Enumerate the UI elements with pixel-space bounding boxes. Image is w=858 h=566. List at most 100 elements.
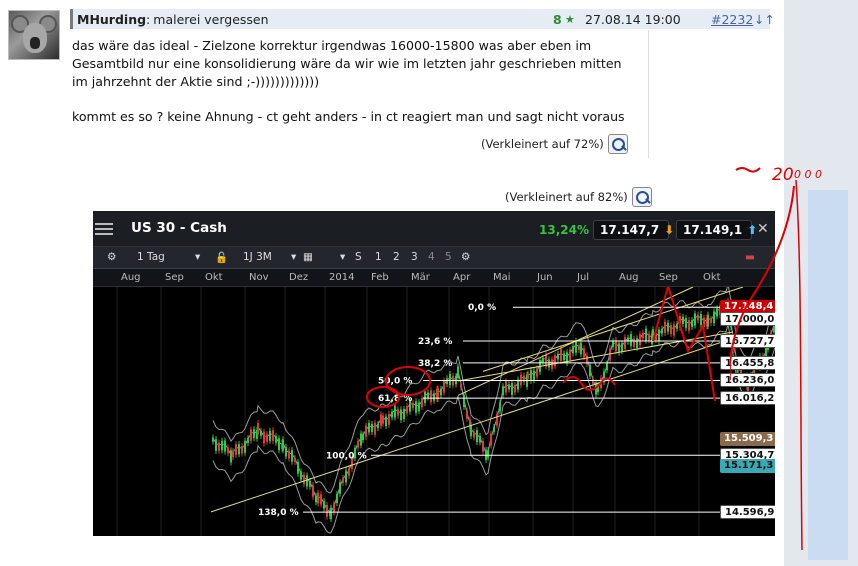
candle-body xyxy=(592,378,594,384)
button-2[interactable]: 2 xyxy=(393,251,400,263)
gear-icon[interactable]: ⚙ xyxy=(107,251,116,263)
svg-text:0 0 0: 0 0 0 xyxy=(794,168,822,181)
button-4[interactable]: 4 xyxy=(428,251,435,263)
candle-body xyxy=(446,378,448,385)
candle-body xyxy=(312,484,314,497)
post-date: 27.08.14 19:00 xyxy=(585,11,681,27)
month-label: Sep xyxy=(165,272,184,283)
candle-body xyxy=(403,408,405,420)
candle-body xyxy=(642,332,644,339)
image-resize-note: (Verkleinert auf 72%) xyxy=(481,134,628,154)
candle-body xyxy=(424,391,426,404)
candle-body xyxy=(300,471,302,480)
forum-page: MHurding: malerei vergessen 8 ★ 27.08.14… xyxy=(0,0,858,566)
candle-body xyxy=(380,414,382,427)
dropdown-arrow-icon[interactable]: ▾ xyxy=(291,251,296,263)
gear-icon[interactable]: ⚙ xyxy=(461,251,470,263)
chart-title: US 30 - Cash xyxy=(131,220,227,236)
candle-body xyxy=(371,423,373,433)
user-avatar[interactable] xyxy=(8,10,60,60)
star-icon[interactable]: ★ xyxy=(565,13,575,26)
candle-body xyxy=(348,468,350,476)
candle-body xyxy=(336,494,338,504)
candle-body xyxy=(260,430,262,436)
candle-body xyxy=(443,380,445,393)
candle-body xyxy=(326,504,328,517)
post-number-link[interactable]: #2232 xyxy=(711,12,753,27)
candle-body xyxy=(430,390,432,403)
candle-body xyxy=(499,402,501,412)
candle-body xyxy=(707,314,709,327)
candle-body xyxy=(520,374,522,386)
candle-body xyxy=(615,340,617,352)
bid-price[interactable]: 17.147,7 ⬇ xyxy=(593,220,674,240)
s-button[interactable]: S xyxy=(355,251,362,263)
candle-body xyxy=(487,450,489,458)
fib-level-label: 0,0 % xyxy=(468,303,496,313)
candle-body xyxy=(514,385,516,393)
time-axis: Aug Sep Okt Nov Dez 2014 Feb Mär Apr Mai Jun Jul Aug… xyxy=(93,269,775,287)
fib-level-label: 38,2 % xyxy=(418,359,452,369)
button-5[interactable]: 5 xyxy=(445,251,452,263)
candle-body xyxy=(485,449,487,460)
candle-body xyxy=(385,416,387,427)
interval-select[interactable]: 1 Tag xyxy=(137,251,165,263)
candle-body xyxy=(357,441,359,448)
candle-body xyxy=(437,388,439,399)
month-label: Aug xyxy=(619,272,639,283)
image-resize-note: (Verkleinert auf 82%) xyxy=(505,187,652,207)
post-author[interactable]: MHurding xyxy=(77,12,146,27)
svg-text:20: 20 xyxy=(772,165,794,185)
annotation-projection xyxy=(652,282,716,402)
candle-body xyxy=(317,492,319,504)
month-label: Okt xyxy=(205,272,223,283)
candle-body xyxy=(530,369,532,381)
fib-level-label: 23,6 % xyxy=(418,337,452,347)
candle-body xyxy=(667,322,669,332)
candle-body xyxy=(463,395,465,408)
candle-body xyxy=(250,429,252,441)
post-header: MHurding: malerei vergessen 8 ★ 27.08.14… xyxy=(70,9,775,29)
candle-body xyxy=(362,434,364,441)
candle-body xyxy=(418,402,420,412)
candle-body xyxy=(624,337,626,349)
candle-body xyxy=(691,320,693,327)
candle-body xyxy=(421,398,423,408)
candle-body xyxy=(557,353,559,360)
range-select[interactable]: 1J 3M xyxy=(243,251,272,263)
candle-body xyxy=(682,316,684,325)
post-text-line: das wäre das ideal - Zielzone korrektur … xyxy=(72,38,592,53)
vote-count: 8 xyxy=(553,11,562,27)
candle-body xyxy=(221,440,223,451)
candle-body xyxy=(315,495,317,503)
candle-body xyxy=(282,439,284,451)
fib-level-label: 50,0 % xyxy=(378,376,412,386)
dropdown-arrow-icon[interactable]: ▾ xyxy=(340,251,345,263)
button-1[interactable]: 1 xyxy=(375,251,382,263)
month-label: Dez xyxy=(289,272,309,283)
menu-icon[interactable] xyxy=(95,220,113,236)
calendar-icon[interactable]: ▦ xyxy=(303,251,313,263)
dropdown-arrow-icon[interactable]: ▾ xyxy=(195,251,200,263)
candle-body xyxy=(291,449,293,462)
candle-body xyxy=(320,494,322,505)
candle-body xyxy=(517,379,519,390)
candle-body xyxy=(397,409,399,416)
post-text-line: im jahrzehnt der Aktie sind ;-))))))))))… xyxy=(72,74,320,89)
lock-icon[interactable]: 🔓 xyxy=(215,251,228,264)
candle-body xyxy=(333,503,335,513)
month-label: Mär xyxy=(411,272,430,283)
post-text-line: Gesamtbild nur eine konsolidierung wäre … xyxy=(72,56,622,71)
zoom-icon[interactable] xyxy=(607,134,628,154)
zoom-icon[interactable] xyxy=(631,187,652,207)
candle-body xyxy=(713,311,715,324)
candle-body xyxy=(253,429,255,439)
candle-body xyxy=(700,314,702,326)
candle-body xyxy=(330,507,332,520)
candle-body xyxy=(374,422,376,435)
chart-screenshot[interactable]: 0,0 % 23,6 % 38,2 % 50,0 % 61,8 % 100,0 % 138,… xyxy=(93,211,775,536)
button-3[interactable]: 3 xyxy=(411,251,418,263)
candle-body xyxy=(473,431,475,438)
sort-arrows-icon[interactable]: ↓↑ xyxy=(754,12,775,27)
candle-body xyxy=(241,445,243,454)
